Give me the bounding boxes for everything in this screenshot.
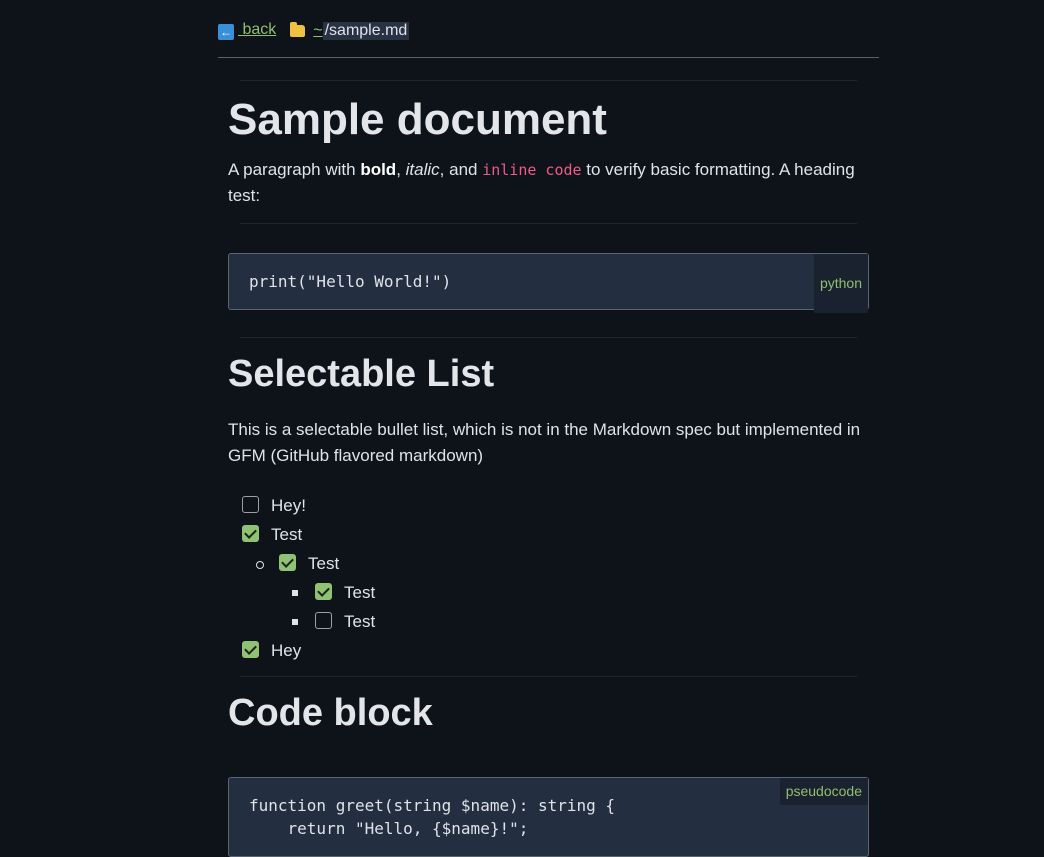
- doc-title: Sample document: [228, 95, 607, 144]
- divider: [240, 676, 857, 677]
- intro-text: ,: [396, 160, 406, 179]
- checkbox-checked[interactable]: [242, 525, 259, 542]
- code-line: function greet(string $name): string {: [249, 796, 616, 815]
- circle-bullet-icon: [256, 561, 264, 569]
- intro-text: A paragraph with: [228, 160, 361, 179]
- back-link[interactable]: ← back: [218, 21, 276, 40]
- checkbox-unchecked[interactable]: [315, 612, 332, 629]
- home-path-link[interactable]: ~: [313, 22, 322, 40]
- task-label: Test: [271, 525, 303, 544]
- task-label: Test: [308, 554, 340, 573]
- intro-text: , and: [439, 160, 483, 179]
- task-item: Test: [228, 578, 869, 607]
- code-line: return "Hello, {$name}!";: [249, 819, 529, 838]
- task-item: Test: [228, 520, 869, 549]
- code-language-badge: pseudocode: [779, 778, 868, 805]
- top-nav: ← back ~/sample.md: [218, 0, 879, 58]
- document-body: Sample document A paragraph with bold, i…: [218, 81, 879, 857]
- task-label: Test: [344, 612, 376, 631]
- divider: [240, 223, 857, 224]
- heading-selectable-list: Selectable List: [228, 353, 495, 395]
- intro-paragraph: A paragraph with bold, italic, and inlin…: [228, 157, 869, 209]
- code-language-badge: python: [813, 254, 868, 313]
- checkbox-checked[interactable]: [315, 583, 332, 600]
- page: ← back ~/sample.md Sample document A par…: [218, 0, 879, 857]
- task-label: Hey: [271, 641, 302, 660]
- code-line: print("Hello World!"): [249, 272, 452, 291]
- square-bullet-icon: [292, 590, 298, 596]
- task-item: Hey: [228, 636, 869, 665]
- inline-code: inline code: [482, 161, 582, 179]
- checkbox-unchecked[interactable]: [242, 496, 259, 513]
- file-path: /sample.md: [322, 21, 410, 40]
- arrow-left-icon: ←: [218, 24, 234, 40]
- italic-text: italic: [405, 160, 440, 179]
- bold-text: bold: [360, 160, 397, 179]
- task-item: Hey!: [228, 491, 869, 520]
- checkbox-checked[interactable]: [242, 641, 259, 658]
- divider: [240, 337, 857, 338]
- checkbox-checked[interactable]: [279, 554, 296, 571]
- list-description: This is a selectable bullet list, which …: [228, 420, 861, 465]
- task-list: Hey! Test Test Test Test Hey: [228, 491, 869, 665]
- back-label: back: [238, 21, 277, 38]
- folder-icon: [290, 21, 306, 37]
- task-item: Test: [228, 607, 869, 636]
- task-label: Test: [344, 583, 376, 602]
- code-block-pseudocode: function greet(string $name): string { r…: [228, 777, 869, 857]
- code-block-python: print("Hello World!") python: [228, 253, 869, 313]
- task-label: Hey!: [271, 496, 306, 515]
- task-item: Test: [228, 549, 869, 578]
- square-bullet-icon: [292, 619, 298, 625]
- heading-code-block: Code block: [228, 692, 433, 734]
